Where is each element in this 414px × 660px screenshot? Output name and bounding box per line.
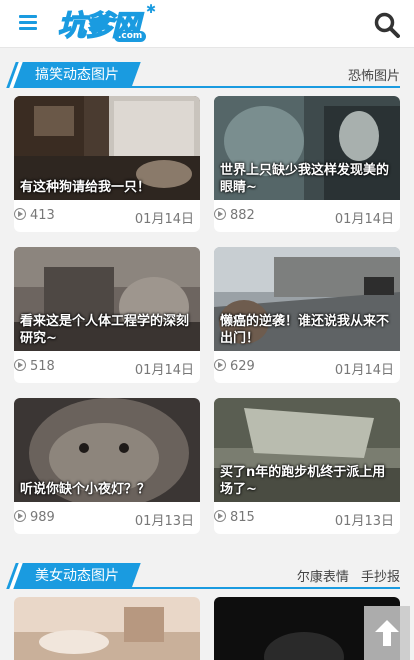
view-count: 815 [230, 510, 255, 525]
post-date: 01月14日 [334, 363, 394, 378]
card-meta: 882 01月14日 [214, 200, 400, 232]
back-to-top-button[interactable] [364, 606, 410, 660]
image-card[interactable]: 世界上只缺少我这样发现美的眼睛~ 882 01月14日 [214, 96, 400, 232]
post-date: 01月14日 [334, 212, 394, 227]
post-date: 01月14日 [134, 363, 194, 378]
arrow-up-icon [375, 620, 399, 646]
section-heading-beauty: 美女动态图片 尔康表情 手抄报 [13, 563, 400, 589]
play-icon [214, 510, 226, 522]
view-count: 629 [230, 359, 255, 374]
section-tab-beauty[interactable]: 美女动态图片 [13, 563, 141, 589]
card-thumbnail[interactable]: 听说你缺个小夜灯？？ [14, 398, 200, 502]
site-logo[interactable]: 坑爹网 .com ✱ [57, 2, 158, 44]
view-count: 413 [30, 208, 55, 223]
view-count: 518 [30, 359, 55, 374]
card-caption: 看来这是个人体工程学的深刻研究~ [20, 314, 190, 346]
card-thumbnail[interactable]: 世界上只缺少我这样发现美的眼睛~ [214, 96, 400, 200]
card-caption: 听说你缺个小夜灯？？ [20, 482, 151, 497]
image-card[interactable]: 懒癌的逆袭！谁还说我从来不出门！ 629 01月14日 [214, 247, 400, 383]
logo-domain: .com [114, 31, 147, 42]
card-caption: 懒癌的逆袭！谁还说我从来不出门！ [220, 314, 390, 346]
play-icon [14, 208, 26, 220]
play-icon [14, 359, 26, 371]
play-icon [214, 208, 226, 220]
play-icon [214, 359, 226, 371]
card-thumbnail[interactable]: 买了n年的跑步机终于派上用场了~ [214, 398, 400, 502]
search-icon[interactable] [374, 12, 400, 38]
post-date: 01月13日 [134, 514, 194, 529]
view-count: 882 [230, 208, 255, 223]
card-meta: 815 01月13日 [214, 502, 400, 534]
post-date: 01月13日 [334, 514, 394, 529]
section-links: 尔康表情 手抄报 [289, 566, 400, 585]
post-date: 01月14日 [134, 212, 194, 227]
image-card[interactable]: 买了n年的跑步机终于派上用场了~ 815 01月13日 [214, 398, 400, 534]
link-handwritten-newspaper[interactable]: 手抄报 [361, 570, 400, 585]
menu-icon[interactable] [19, 15, 37, 31]
image-card[interactable] [14, 597, 200, 660]
link-erkang-emoji[interactable]: 尔康表情 [297, 570, 349, 585]
section-title: 美女动态图片 [35, 568, 119, 584]
top-header: 坑爹网 .com ✱ [0, 0, 414, 48]
card-thumbnail[interactable] [14, 597, 200, 660]
section-heading-funny: 搞笑动态图片 恐怖图片 [13, 62, 400, 88]
play-icon [14, 510, 26, 522]
card-thumbnail[interactable]: 看来这是个人体工程学的深刻研究~ [14, 247, 200, 351]
card-meta: 629 01月14日 [214, 351, 400, 383]
section-title: 搞笑动态图片 [35, 67, 119, 83]
card-meta: 413 01月14日 [14, 200, 200, 232]
section-links: 恐怖图片 [340, 65, 400, 84]
card-thumbnail[interactable]: 有这种狗请给我一只！ [14, 96, 200, 200]
section-tab-funny[interactable]: 搞笑动态图片 [13, 62, 141, 88]
card-meta: 989 01月13日 [14, 502, 200, 534]
card-caption: 买了n年的跑步机终于派上用场了~ [220, 465, 386, 497]
card-meta: 518 01月14日 [14, 351, 200, 383]
card-caption: 世界上只缺少我这样发现美的眼睛~ [220, 163, 390, 195]
logo-star-icon: ✱ [146, 2, 157, 16]
image-card[interactable]: 有这种狗请给我一只！ 413 01月14日 [14, 96, 200, 232]
image-card[interactable]: 听说你缺个小夜灯？？ 989 01月13日 [14, 398, 200, 534]
image-card[interactable]: 看来这是个人体工程学的深刻研究~ 518 01月14日 [14, 247, 200, 383]
view-count: 989 [30, 510, 55, 525]
card-caption: 有这种狗请给我一只！ [20, 180, 151, 195]
card-thumbnail[interactable]: 懒癌的逆袭！谁还说我从来不出门！ [214, 247, 400, 351]
link-horror-images[interactable]: 恐怖图片 [348, 69, 400, 84]
